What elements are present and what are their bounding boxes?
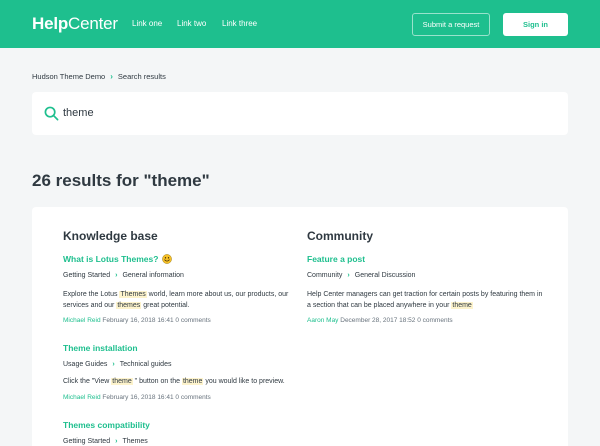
chevron-right-icon: ›	[110, 72, 113, 81]
logo[interactable]: HelpCenter	[32, 14, 118, 34]
breadcrumb: Hudson Theme Demo › Search results	[32, 72, 166, 82]
kb-result-breadcrumb: Usage Guides › Technical guides	[63, 360, 171, 369]
community-title: Community	[307, 229, 373, 243]
logo-light: Center	[68, 14, 118, 33]
community-result-title[interactable]: Feature a post	[307, 254, 365, 265]
excerpt-highlight: Themes	[119, 291, 147, 298]
result-date: December 28, 2017 18:52	[340, 317, 416, 324]
community-result-breadcrumb: Community › General Discussion	[307, 271, 415, 280]
kb-result-title-text[interactable]: What is Lotus Themes?	[63, 254, 158, 264]
submit-request-button[interactable]: Submit a request	[412, 13, 490, 36]
excerpt-highlight: theme	[181, 378, 204, 385]
result-author[interactable]: Aaron May	[307, 317, 338, 324]
result-crumb[interactable]: General information	[122, 272, 183, 279]
result-crumb[interactable]: Community	[307, 272, 342, 279]
kb-result-excerpt: Click the "View theme " button on the th…	[63, 377, 313, 388]
nav-link-two[interactable]: Link two	[177, 18, 206, 30]
kb-result-title[interactable]: Themes compatibility	[63, 420, 150, 431]
excerpt-text: " button on the	[132, 378, 182, 385]
kb-result-breadcrumb: Getting Started › General information	[63, 271, 184, 280]
excerpt-text: you would like to preview.	[203, 378, 285, 385]
kb-result-meta: Michael Reid February 16, 2018 16:41 0 c…	[63, 393, 211, 402]
chevron-right-icon: ›	[115, 438, 118, 445]
result-comments: 0 comments	[417, 317, 453, 324]
kb-result-title[interactable]: Theme installation	[63, 343, 138, 354]
chevron-right-icon: ›	[347, 272, 350, 279]
result-comments: 0 comments	[175, 394, 211, 401]
result-crumb[interactable]: General Discussion	[355, 272, 416, 279]
excerpt-text: Click the "View	[63, 378, 112, 385]
nav-link-three[interactable]: Link three	[222, 18, 257, 30]
excerpt-text: Help Center managers can get traction fo…	[307, 291, 543, 309]
breadcrumb-item-home[interactable]: Hudson Theme Demo	[32, 72, 105, 81]
result-date: February 16, 2018 16:41	[102, 394, 174, 401]
excerpt-text: great potential.	[141, 301, 190, 309]
community-result-meta: Aaron May December 28, 2017 18:52 0 comm…	[307, 316, 453, 325]
search-box[interactable]	[32, 92, 568, 135]
excerpt-text: Explore the Lotus	[63, 291, 120, 298]
smiley-emoji-icon	[161, 254, 172, 264]
community-result-excerpt: Help Center managers can get traction fo…	[307, 290, 547, 311]
knowledge-base-title: Knowledge base	[63, 229, 158, 243]
kb-result-excerpt: Explore the Lotus Themes world, learn mo…	[63, 290, 303, 311]
site-header: HelpCenter Link one Link two Link three …	[0, 0, 600, 48]
chevron-right-icon: ›	[115, 272, 118, 279]
result-crumb[interactable]: Technical guides	[120, 361, 172, 368]
kb-result-title[interactable]: What is Lotus Themes?	[63, 254, 172, 265]
result-date: February 16, 2018 16:41	[102, 317, 174, 324]
excerpt-highlight: themes	[116, 301, 142, 309]
search-input[interactable]: theme	[63, 106, 94, 120]
result-crumb[interactable]: Usage Guides	[63, 361, 107, 368]
excerpt-highlight: theme	[111, 378, 133, 385]
result-author[interactable]: Michael Reid	[63, 317, 101, 324]
kb-result-breadcrumb: Getting Started › Themes	[63, 437, 148, 446]
result-crumb[interactable]: Getting Started	[63, 272, 110, 279]
result-crumb[interactable]: Getting Started	[63, 438, 110, 445]
breadcrumb-item-current[interactable]: Search results	[118, 72, 166, 81]
result-crumb[interactable]: Themes	[122, 438, 147, 445]
result-author[interactable]: Michael Reid	[63, 394, 101, 401]
kb-result-meta: Michael Reid February 16, 2018 16:41 0 c…	[63, 316, 211, 325]
excerpt-highlight: theme	[451, 301, 473, 309]
chevron-right-icon: ›	[112, 361, 115, 368]
results-heading: 26 results for "theme"	[32, 171, 210, 190]
nav-link-one[interactable]: Link one	[132, 18, 162, 30]
search-icon	[44, 106, 59, 121]
result-comments: 0 comments	[175, 317, 211, 324]
logo-bold: Help	[32, 14, 69, 33]
sign-in-button[interactable]: Sign in	[503, 13, 568, 36]
